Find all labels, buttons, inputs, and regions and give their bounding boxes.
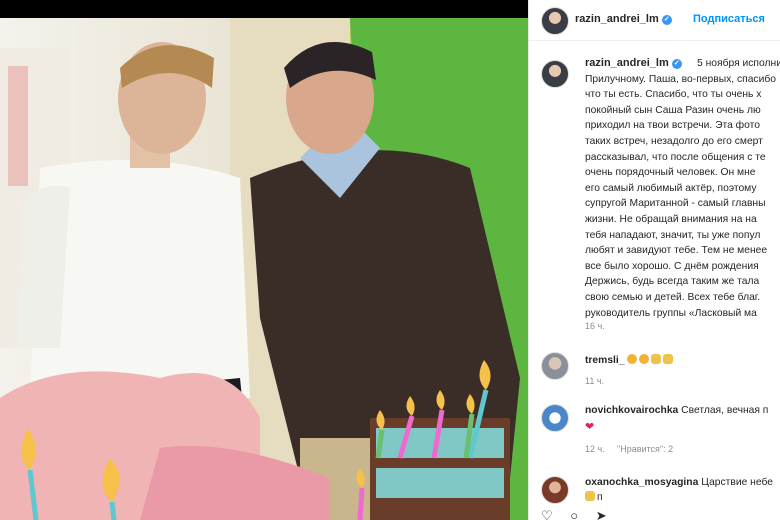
comment-emoji-row: п xyxy=(585,491,603,503)
commenter-avatar[interactable] xyxy=(541,352,569,380)
like-heart-icon[interactable]: ♡ xyxy=(541,508,553,520)
caption-line: жизни. Не обращай внимания на на xyxy=(585,213,757,225)
commenter-avatar[interactable] xyxy=(541,404,569,432)
caption-line: очень порядочный человек. Он мне xyxy=(585,167,756,179)
caption-line: Держись, будь всегда таким же тала xyxy=(585,276,760,288)
sad-face-emoji-icon xyxy=(639,354,650,364)
caption-author-avatar[interactable] xyxy=(541,60,569,88)
action-icons-row: ♡ ○ ➤ xyxy=(541,508,607,520)
praying-hands-emoji-icon xyxy=(585,491,595,501)
caption-time[interactable]: 16 ч. xyxy=(585,321,605,331)
post-header: razin_andrei_lm ✓ Подписаться xyxy=(529,0,780,41)
comment-text: tremsli_ xyxy=(585,354,675,366)
caption-line: руководитель группы «Ласковый ма xyxy=(585,307,757,319)
comment-time[interactable]: 12 ч. xyxy=(585,444,605,454)
caption-line: приходил на твои встречи. Эта фото xyxy=(585,120,760,132)
share-icon[interactable]: ➤ xyxy=(596,508,607,520)
comment-likes-count[interactable]: "Нравится": 2 xyxy=(617,444,673,454)
top-black-bar xyxy=(0,0,528,18)
caption-line: что ты есть. Спасибо, что ты очень х xyxy=(585,89,762,101)
caption-line: рассказывал, что после общения с те xyxy=(585,151,766,163)
post-caption: 5 ноября исполнилось Прилучному. Паша, в… xyxy=(585,56,780,321)
caption-line: его самый любимый актёр, поэтому xyxy=(585,182,757,194)
verified-badge-icon: ✓ xyxy=(661,15,672,25)
author-username[interactable]: razin_andrei_lm ✓ xyxy=(575,13,672,25)
praying-hands-emoji-icon xyxy=(663,354,674,364)
praying-hands-emoji-icon xyxy=(651,354,662,364)
caption-line: таких встреч, незадолго до его смерт xyxy=(585,135,763,147)
post-photo xyxy=(0,18,528,520)
comment-time[interactable]: 11 ч. xyxy=(585,376,604,386)
comment-username[interactable]: novichkovairochka xyxy=(585,405,678,416)
sad-face-emoji-icon xyxy=(627,354,638,364)
caption-line: тебя нападают, значит, ты уже попул xyxy=(585,229,761,241)
caption-line: свою семью и детей. Всех тебе благ. xyxy=(585,291,761,303)
comment-username[interactable]: oxanochka_mosyagina xyxy=(585,477,698,488)
post-side-panel: razin_andrei_lm ✓ Подписаться razin_andre… xyxy=(528,0,780,520)
author-avatar[interactable] xyxy=(541,7,569,35)
commenter-avatar[interactable] xyxy=(541,476,569,504)
post-photo-image xyxy=(0,18,528,520)
red-heart-emoji-icon: ❤ xyxy=(585,421,595,433)
comment-text: novichkovairochka Светлая, вечная п xyxy=(585,405,769,416)
caption-line: супругой Маританной - самый главны xyxy=(585,198,766,210)
comment-username[interactable]: tremsli_ xyxy=(585,355,625,366)
caption-line: любят и завидуют тебе. Тем не менее xyxy=(585,245,768,257)
caption-line: 5 ноября исполнилось xyxy=(697,58,780,69)
follow-button[interactable]: Подписаться xyxy=(693,13,765,25)
caption-line: Прилучному. Паша, во-первых, спасибо xyxy=(585,73,776,85)
comment-bubble-icon[interactable]: ○ xyxy=(570,508,578,520)
comment-text: oxanochka_mosyagina Царствие небе xyxy=(585,477,773,488)
caption-line: все было хорошо. С днём рождения xyxy=(585,260,759,272)
caption-line: покойный сын Саша Разин очень лю xyxy=(585,104,761,116)
